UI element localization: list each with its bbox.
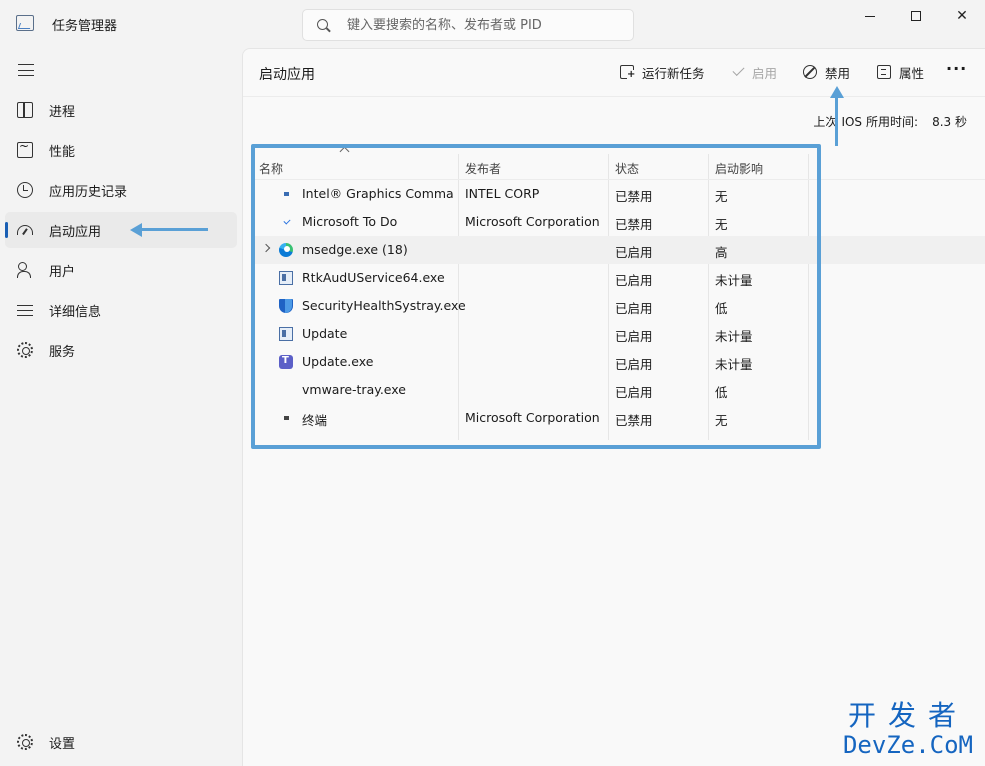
properties-icon (877, 65, 891, 79)
sidebar-item-label: 设置 (49, 736, 76, 752)
users-icon (17, 262, 33, 278)
enable-button[interactable]: 启用 (732, 61, 778, 83)
search-box[interactable] (302, 9, 634, 41)
title-bar: 任务管理器 ✕ (0, 0, 985, 48)
annotation-highlight-box (251, 144, 821, 449)
maximize-icon (911, 11, 921, 21)
hamburger-menu-icon[interactable] (18, 64, 34, 76)
app-history-icon (17, 182, 33, 198)
search-icon (317, 19, 328, 30)
bios-value: 8.3 秒 (932, 115, 967, 129)
more-options-icon[interactable]: ··· (946, 59, 967, 78)
new-task-icon (620, 65, 636, 79)
task-manager-icon (16, 15, 34, 31)
maximize-button[interactable] (893, 0, 939, 32)
disable-icon (803, 65, 817, 79)
toolbar-divider (243, 96, 985, 97)
minimize-button[interactable] (847, 0, 893, 32)
arrow-shaft (835, 96, 838, 146)
page-title: 启动应用 (259, 67, 315, 83)
properties-button[interactable]: 属性 (877, 61, 924, 83)
gear-icon (17, 734, 33, 750)
watermark-cn: 开发者 (847, 699, 968, 732)
sidebar-item-label: 服务 (49, 344, 76, 360)
bios-label-suffix: 所用时间: (866, 115, 919, 129)
sidebar: 进程 性能 应用历史记录 启动应用 用户 详细信息 服务 设置 (0, 48, 242, 766)
run-new-task-button[interactable]: 运行新任务 (620, 61, 705, 83)
sidebar-item-processes[interactable]: 进程 (5, 92, 237, 128)
sidebar-item-performance[interactable]: 性能 (5, 132, 237, 168)
close-icon: ✕ (956, 8, 968, 24)
sidebar-item-details[interactable]: 详细信息 (5, 292, 237, 328)
search-input[interactable] (347, 10, 627, 40)
sidebar-item-label: 应用历史记录 (49, 184, 128, 200)
processes-icon (17, 102, 33, 118)
disable-label: 禁用 (825, 65, 851, 81)
arrow-shaft (140, 228, 208, 231)
checkmark-icon (732, 63, 745, 77)
bios-label-mid: IOS (841, 115, 863, 129)
properties-label: 属性 (899, 65, 925, 81)
startup-icon (17, 225, 33, 235)
performance-icon (17, 139, 33, 158)
run-new-task-label: 运行新任务 (642, 65, 705, 81)
watermark: 开发者 DevZe.CoM (842, 699, 973, 759)
sidebar-item-label: 启动应用 (49, 224, 102, 240)
sidebar-item-label: 进程 (49, 104, 76, 120)
sidebar-item-services[interactable]: 服务 (5, 332, 237, 368)
sidebar-item-label: 用户 (49, 264, 76, 280)
annotation-arrow-left (130, 223, 208, 237)
sidebar-item-app-history[interactable]: 应用历史记录 (5, 172, 237, 208)
sidebar-item-settings[interactable]: 设置 (5, 724, 237, 760)
services-icon (17, 342, 33, 358)
disable-button[interactable]: 禁用 (803, 61, 850, 83)
watermark-en: DevZe.CoM (842, 731, 973, 759)
close-button[interactable]: ✕ (939, 0, 985, 32)
app-title: 任务管理器 (52, 19, 118, 34)
minimize-icon (865, 15, 875, 17)
enable-label: 启用 (752, 65, 778, 81)
sidebar-item-label: 性能 (49, 144, 76, 160)
sidebar-item-users[interactable]: 用户 (5, 252, 237, 288)
sidebar-item-label: 详细信息 (49, 304, 102, 320)
details-icon (17, 305, 33, 316)
annotation-arrow-up (830, 86, 844, 146)
